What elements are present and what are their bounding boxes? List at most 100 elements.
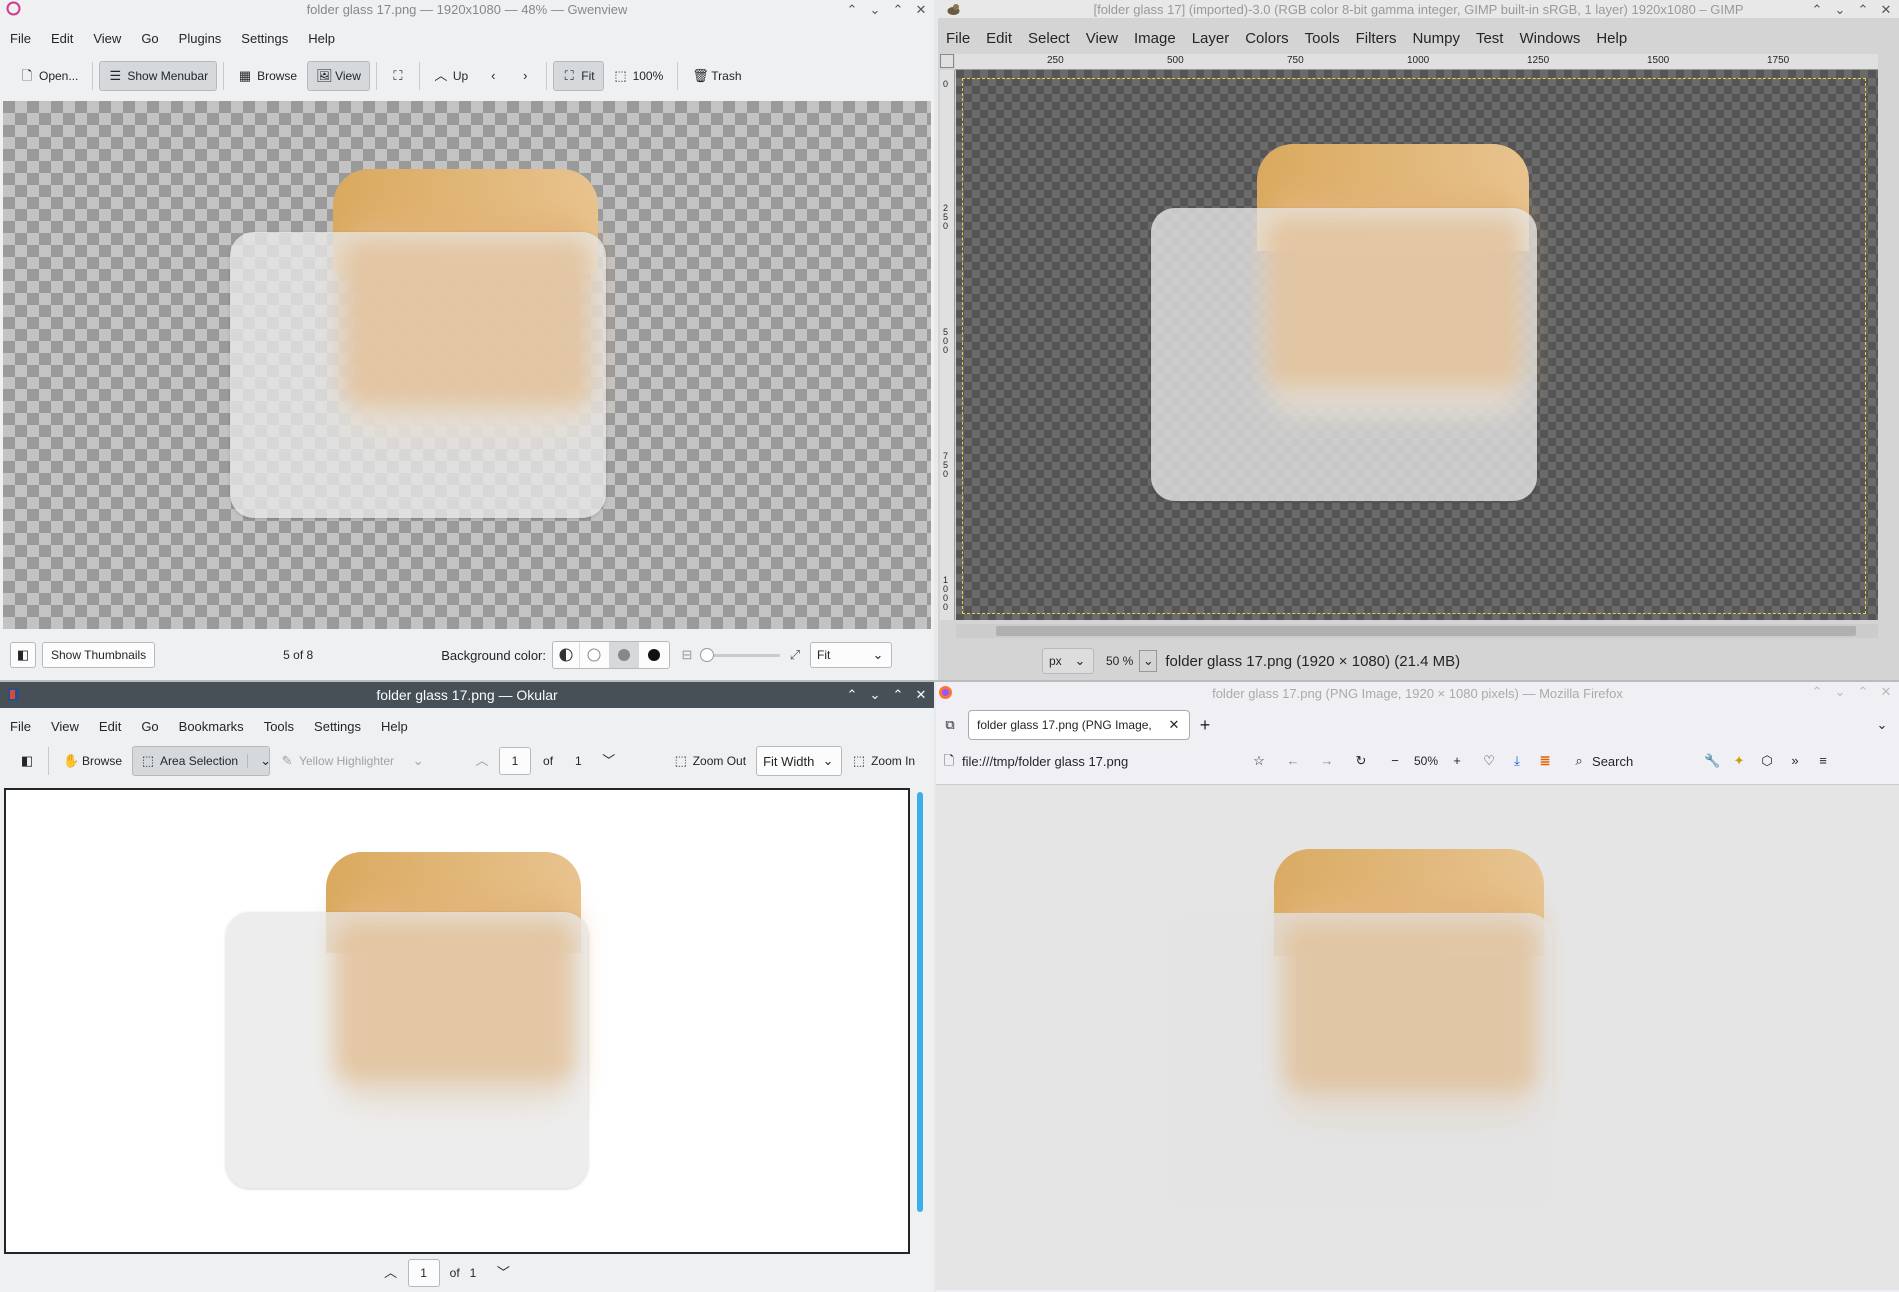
browse-button[interactable]: ▦ Browse [230,61,305,91]
previous-button[interactable]: ‹ [478,61,508,91]
bookmark-star-icon[interactable]: ☆ [1252,754,1266,768]
okular-titlebar[interactable]: folder glass 17.png — Okular ⌃ ⌄ ⌃ ✕ [0,682,934,708]
url-bar[interactable]: file:///tmp/folder glass 17.png [962,754,1242,769]
fit-button[interactable]: ⛶ Fit [553,61,604,91]
zoom-in-button[interactable]: ⬚ Zoom In [844,746,923,776]
menu-plugins[interactable]: Plugins [169,31,232,46]
extensions-icon[interactable]: ⬡ [1760,754,1774,768]
open-button[interactable]: 🗋 Open... [12,61,86,91]
zoom-mode-select[interactable]: Fit Width ⌄ [756,746,843,776]
gimp-menu-view[interactable]: View [1078,30,1126,47]
menu-view[interactable]: View [83,31,131,46]
minimize-icon[interactable]: ⌄ [1833,1,1847,19]
show-thumbnails-button[interactable]: Show Thumbnails [42,642,156,668]
hamburger-menu-icon[interactable]: ≡ [1816,754,1830,768]
keep-above-icon[interactable]: ⌃ [845,686,859,704]
gimp-horizontal-scrollbar[interactable] [956,624,1878,638]
zoom-fit-small-icon[interactable]: ⤢ [788,648,802,662]
chevron-down-icon[interactable]: ﹀ [496,1266,510,1280]
bg-black-button[interactable] [639,642,669,668]
page-number-input[interactable]: 1 [499,747,532,775]
close-icon[interactable]: ✕ [914,686,928,704]
firefox-content[interactable] [936,784,1899,1290]
browse-tool-button[interactable]: ✋ Browse [55,746,130,776]
firefox-titlebar[interactable]: folder glass 17.png (PNG Image, 1920 × 1… [936,682,1899,704]
fullscreen-button[interactable]: ⛶ [383,61,413,91]
gimp-menu-file[interactable]: File [938,30,978,47]
zoom-out-icon[interactable]: − [1388,754,1402,768]
show-menubar-button[interactable]: ☰ Show Menubar [99,61,218,91]
chevron-down-icon[interactable]: ⌄ [247,754,271,768]
zoom-mode-select[interactable]: Fit ⌄ [809,642,892,668]
bg-white-button[interactable] [578,642,609,668]
up-button[interactable]: ︿ Up [426,61,476,91]
okular-menu-file[interactable]: File [0,719,41,734]
gimp-menu-numpy[interactable]: Numpy [1404,30,1468,47]
highlighter-button[interactable]: ✎ Yellow Highlighter ⌄ [272,746,433,776]
gimp-menu-tools[interactable]: Tools [1297,30,1348,47]
next-page-button[interactable]: ﹀ [594,746,624,776]
cleaner-icon[interactable]: ✦ [1732,754,1746,768]
next-button[interactable]: › [510,61,540,91]
keep-above-icon[interactable]: ⌃ [845,1,859,19]
prev-page-button[interactable]: ︿ [467,746,497,776]
keep-above-icon[interactable]: ⌃ [1810,1,1824,19]
maximize-icon[interactable]: ⌃ [891,1,905,19]
view-button[interactable]: 🖼 View [307,61,370,91]
pocket-icon[interactable]: ♡ [1482,754,1496,768]
okular-menu-tools[interactable]: Tools [254,719,304,734]
maximize-icon[interactable]: ⌃ [1856,683,1870,701]
wrench-icon[interactable]: 🔧 [1704,754,1720,768]
menu-settings[interactable]: Settings [231,31,298,46]
gimp-menu-help[interactable]: Help [1588,30,1635,47]
menu-go[interactable]: Go [131,31,168,46]
minimize-icon[interactable]: ⌄ [868,1,882,19]
firefox-tab[interactable]: folder glass 17.png (PNG Image, ✕ [968,710,1190,740]
zoom-in-icon[interactable]: + [1450,754,1464,768]
close-icon[interactable]: ✕ [1879,1,1893,19]
reload-icon[interactable]: ↻ [1354,754,1368,768]
trash-button[interactable]: 🗑 Trash [684,61,749,91]
okular-document-view[interactable] [4,788,910,1254]
download-icon[interactable]: ⤓ [1510,754,1524,768]
zoom-slider[interactable] [699,648,780,662]
overflow-icon[interactable]: » [1788,754,1802,768]
okular-menu-settings[interactable]: Settings [304,719,371,734]
zoom-level[interactable]: 50% [1414,754,1438,768]
gimp-vertical-scrollbar[interactable] [1878,54,1898,624]
minimize-icon[interactable]: ⌄ [1833,683,1847,701]
bottom-page-input[interactable]: 1 [407,1259,440,1287]
gimp-ruler-corner[interactable] [940,54,954,68]
gimp-menu-layer[interactable]: Layer [1184,30,1238,47]
gimp-scroll-thumb[interactable] [996,626,1856,636]
zoom-slider-handle[interactable] [699,648,714,662]
menu-help[interactable]: Help [298,31,345,46]
okular-scrollbar[interactable] [912,792,926,1252]
zoom-select[interactable]: 50 % ⌄ [1102,650,1158,672]
search-box[interactable]: ⌕ Search [1566,748,1695,774]
gimp-menu-windows[interactable]: Windows [1511,30,1588,47]
okular-menu-edit[interactable]: Edit [89,719,131,734]
gwenview-titlebar[interactable]: folder glass 17.png — 1920x1080 — 48% — … [0,0,934,18]
okular-menu-help[interactable]: Help [371,719,418,734]
gimp-menu-colors[interactable]: Colors [1237,30,1296,47]
okular-menu-bookmarks[interactable]: Bookmarks [169,719,254,734]
tab-list-icon[interactable]: ⧉ [940,718,960,732]
sidebar-toggle-button[interactable]: ◧ [10,642,36,668]
gimp-menu-edit[interactable]: Edit [978,30,1020,47]
okular-sidebar-toggle[interactable]: ◧ [12,746,42,776]
tab-close-icon[interactable]: ✕ [1167,718,1181,732]
gimp-titlebar[interactable]: [folder glass 17] (imported)-3.0 (RGB co… [938,0,1899,18]
bg-gray-button[interactable] [608,642,639,668]
close-icon[interactable]: ✕ [1879,683,1893,701]
maximize-icon[interactable]: ⌃ [891,686,905,704]
zoom-out-button[interactable]: ⬚ Zoom Out [666,746,754,776]
maximize-icon[interactable]: ⌃ [1856,1,1870,19]
forward-icon[interactable]: → [1320,754,1334,768]
gimp-menu-filters[interactable]: Filters [1348,30,1405,47]
bg-auto-button[interactable] [553,642,579,668]
minimize-icon[interactable]: ⌄ [868,686,882,704]
okular-menu-go[interactable]: Go [131,719,168,734]
okular-menu-view[interactable]: View [41,719,89,734]
close-icon[interactable]: ✕ [914,1,928,19]
